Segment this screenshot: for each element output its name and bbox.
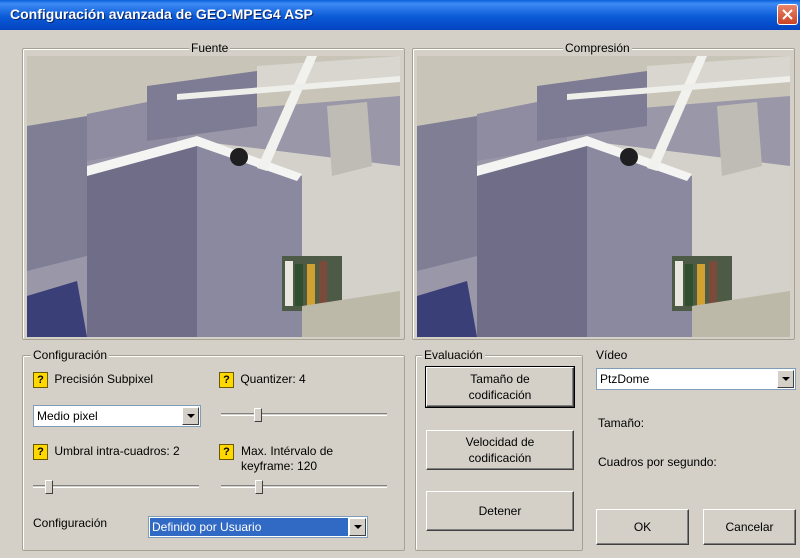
help-icon[interactable]: ? (33, 372, 48, 388)
encoding-speed-button-label: Velocidad de codificación (465, 435, 535, 465)
keyframe-slider[interactable] (221, 480, 387, 494)
slider-thumb[interactable] (254, 408, 262, 422)
keyframe-row: ? Max. Intérvalo de keyframe: 120 (219, 444, 381, 474)
fps-label: Cuadros por segundo: (598, 455, 717, 469)
stop-button[interactable]: Detener (426, 491, 574, 531)
video-source-value: PtzDome (600, 372, 650, 386)
dropdown-button[interactable] (182, 407, 199, 425)
dialog-window: Configuración avanzada de GEO-MPEG4 ASP … (0, 0, 800, 558)
help-icon[interactable]: ? (219, 372, 234, 388)
subpixel-select-value: Medio pixel (37, 409, 98, 423)
quantizer-label: Quantizer: 4 (240, 372, 306, 387)
preset-select[interactable]: Definido por Usuario (148, 516, 368, 538)
video-source-select[interactable]: PtzDome (596, 368, 796, 390)
dropdown-button[interactable] (777, 370, 794, 388)
subpixel-label: Precisión Subpixel (54, 372, 154, 387)
title-bar[interactable]: Configuración avanzada de GEO-MPEG4 ASP (0, 0, 800, 30)
cancel-button[interactable]: Cancelar (703, 509, 796, 545)
quantizer-row: ? Quantizer: 4 (219, 372, 306, 388)
slider-track (33, 485, 199, 488)
keyframe-label: Max. Intérvalo de keyframe: 120 (241, 444, 334, 473)
preset-label: Configuración (33, 516, 108, 530)
configuration-legend: Configuración (31, 348, 110, 362)
preset-select-value: Definido por Usuario (150, 518, 348, 536)
stop-button-label: Detener (478, 504, 522, 518)
help-icon[interactable]: ? (33, 444, 48, 460)
size-label: Tamaño: (598, 416, 645, 430)
subpixel-row: ? Precisión Subpixel (33, 372, 153, 388)
encoding-size-button-label: Tamaño de codificación (468, 372, 532, 402)
evaluation-legend: Evaluación (422, 348, 485, 362)
window-title: Configuración avanzada de GEO-MPEG4 ASP (10, 6, 313, 22)
close-icon (782, 9, 793, 20)
slider-thumb[interactable] (45, 480, 53, 494)
close-button[interactable] (777, 4, 798, 25)
intra-row: ? Umbral intra-cuadros: 2 (33, 444, 180, 460)
compressed-legend: Compresión (563, 41, 632, 55)
slider-thumb[interactable] (255, 480, 263, 494)
chevron-down-icon (782, 377, 790, 381)
intra-slider[interactable] (33, 480, 199, 494)
slider-track (221, 485, 387, 488)
compressed-panel: Compresión (412, 41, 795, 340)
office-scene-compressed-image (417, 56, 790, 337)
intra-label: Umbral intra-cuadros: 2 (54, 444, 180, 459)
source-video-frame (27, 56, 400, 337)
configuration-group: Configuración ? Precisión Subpixel ? Qua… (22, 348, 405, 551)
dialog-client: Fuente Compresión Configuración ? Precis… (0, 30, 800, 558)
ok-button[interactable]: OK (596, 509, 689, 545)
video-label: Vídeo (596, 348, 628, 362)
compressed-video-frame (417, 56, 790, 337)
quantizer-slider[interactable] (221, 408, 387, 422)
encoding-size-button[interactable]: Tamaño de codificación (425, 366, 575, 408)
chevron-down-icon (187, 414, 195, 418)
evaluation-group: Evaluación Tamaño de codificación Veloci… (415, 348, 583, 551)
help-icon[interactable]: ? (219, 444, 234, 460)
source-legend: Fuente (189, 41, 231, 55)
chevron-down-icon (354, 525, 362, 529)
slider-track (221, 413, 387, 416)
source-panel: Fuente (22, 41, 405, 340)
subpixel-select[interactable]: Medio pixel (33, 405, 201, 427)
dropdown-button[interactable] (349, 518, 366, 536)
ok-button-label: OK (633, 520, 652, 534)
cancel-button-label: Cancelar (725, 520, 774, 534)
encoding-speed-button[interactable]: Velocidad de codificación (426, 430, 574, 470)
office-scene-image (27, 56, 400, 337)
